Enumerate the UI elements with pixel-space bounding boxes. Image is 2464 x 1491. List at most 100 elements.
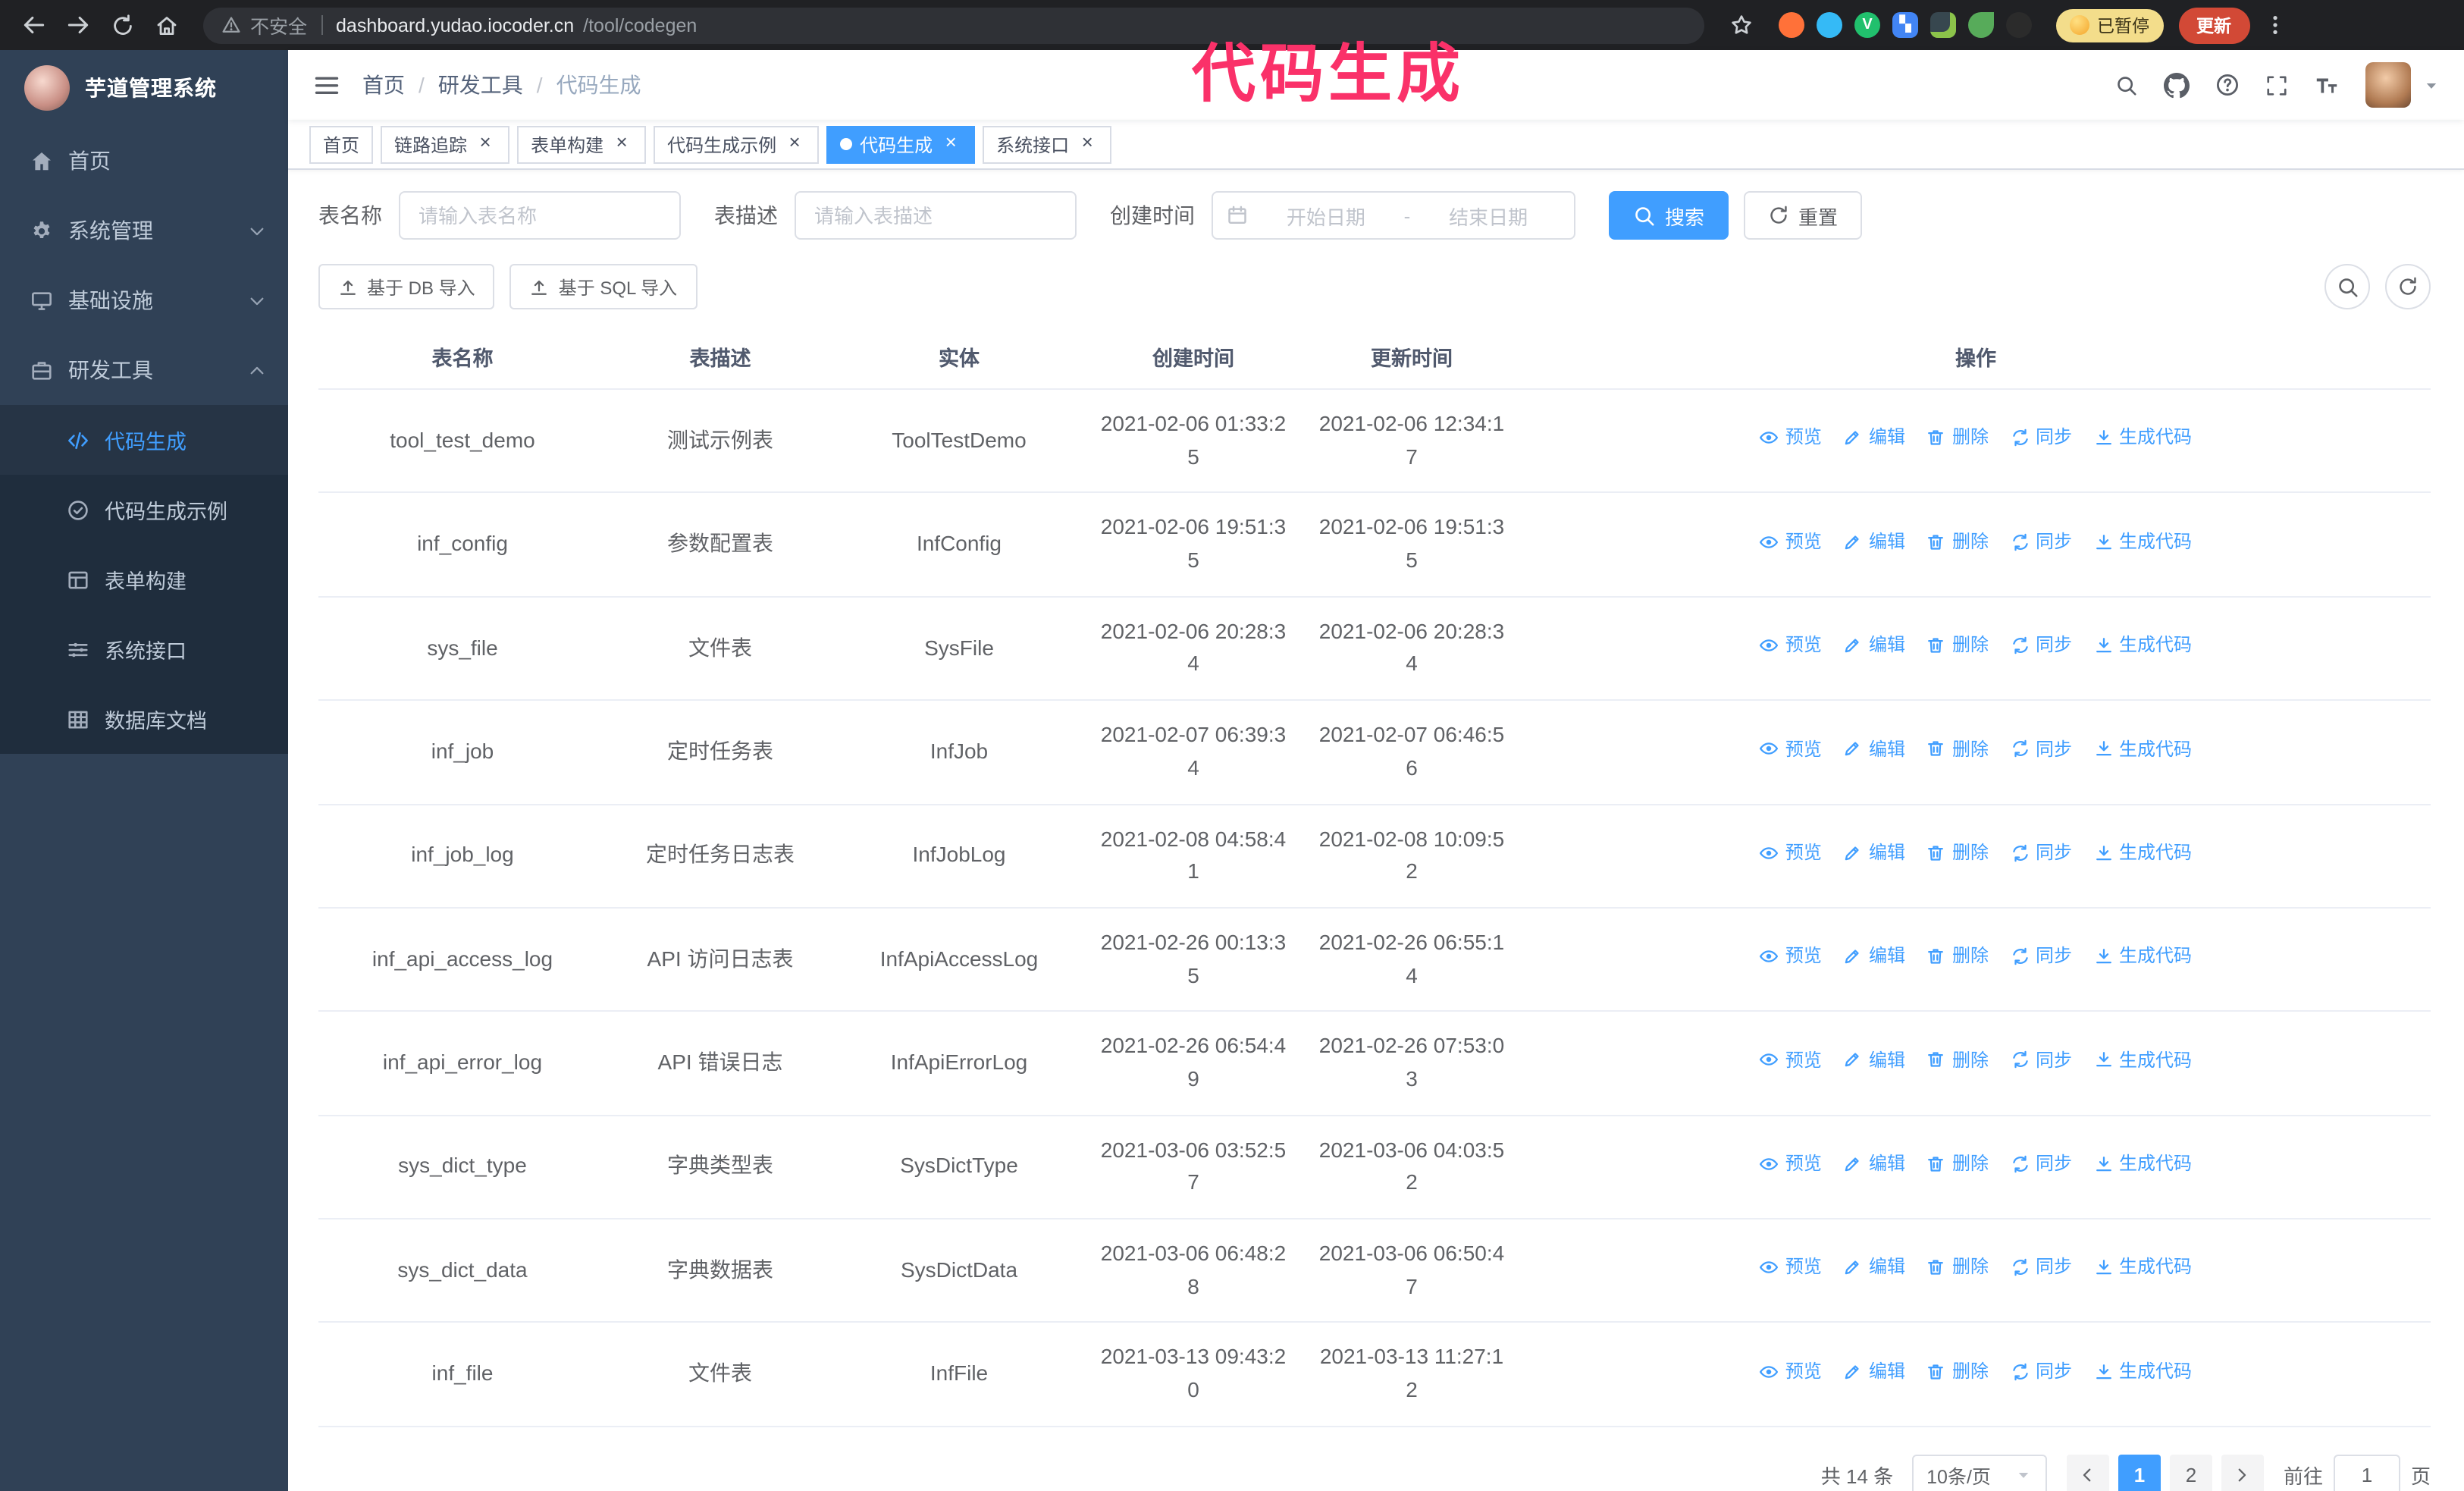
date-range-picker[interactable]: 开始日期 - 结束日期 xyxy=(1212,191,1575,240)
edit-link[interactable]: 编辑 xyxy=(1843,839,1905,867)
page-1-button[interactable]: 1 xyxy=(2118,1454,2161,1491)
extension-icon-drop[interactable] xyxy=(1817,12,1842,38)
generate-code-link[interactable]: 生成代码 xyxy=(2093,1254,2192,1282)
sidebar-item-home[interactable]: 首页 xyxy=(0,126,288,196)
extension-icon-capture[interactable] xyxy=(1930,12,1956,38)
preview-link[interactable]: 预览 xyxy=(1760,528,1822,556)
home-button[interactable] xyxy=(147,6,185,44)
sidebar-subitem-api[interactable]: 系统接口 xyxy=(0,614,288,684)
preview-link[interactable]: 预览 xyxy=(1760,631,1822,659)
close-tab-icon[interactable]: × xyxy=(1077,132,1098,155)
preview-link[interactable]: 预览 xyxy=(1760,839,1822,867)
paused-badge[interactable]: 已暂停 xyxy=(2056,8,2163,42)
fontsize-icon[interactable] xyxy=(2314,72,2340,98)
sync-link[interactable]: 同步 xyxy=(2010,528,2072,556)
reload-button[interactable] xyxy=(103,6,141,44)
edit-link[interactable]: 编辑 xyxy=(1843,943,1905,971)
forward-button[interactable] xyxy=(59,6,97,44)
preview-link[interactable]: 预览 xyxy=(1760,424,1822,452)
reset-button[interactable]: 重置 xyxy=(1744,191,1863,240)
delete-link[interactable]: 删除 xyxy=(1926,528,1989,556)
extension-icon-paw[interactable] xyxy=(2006,12,2032,38)
delete-link[interactable]: 删除 xyxy=(1926,1150,1989,1178)
sidebar-item-gear[interactable]: 系统管理 xyxy=(0,196,288,265)
next-page-button[interactable] xyxy=(2221,1454,2264,1491)
import-sql-button[interactable]: 基于 SQL 导入 xyxy=(509,264,698,309)
sidebar-subitem-form[interactable]: 表单构建 xyxy=(0,545,288,614)
avatar-caret-icon[interactable] xyxy=(2423,77,2440,93)
sync-link[interactable]: 同步 xyxy=(2010,1150,2072,1178)
sidebar-subitem-doc[interactable]: 数据库文档 xyxy=(0,684,288,754)
extension-icon-leaf[interactable] xyxy=(1968,12,1994,38)
generate-code-link[interactable]: 生成代码 xyxy=(2093,1150,2192,1178)
close-tab-icon[interactable]: × xyxy=(611,132,632,155)
sidebar-subitem-code[interactable]: 代码生成 xyxy=(0,405,288,475)
generate-code-link[interactable]: 生成代码 xyxy=(2093,424,2192,452)
edit-link[interactable]: 编辑 xyxy=(1843,1254,1905,1282)
view-tab-3[interactable]: 代码生成示例 × xyxy=(654,125,820,163)
goto-page-input[interactable] xyxy=(2333,1454,2400,1491)
view-tab-0[interactable]: 首页 xyxy=(309,125,374,163)
update-button[interactable]: 更新 xyxy=(2178,7,2249,43)
generate-code-link[interactable]: 生成代码 xyxy=(2093,1046,2192,1074)
close-tab-icon[interactable]: × xyxy=(784,132,805,155)
breadcrumb-item[interactable]: 研发工具 xyxy=(438,70,523,100)
table-desc-input[interactable] xyxy=(795,191,1077,240)
view-tab-2[interactable]: 表单构建 × xyxy=(517,125,647,163)
sync-link[interactable]: 同步 xyxy=(2010,424,2072,452)
delete-link[interactable]: 删除 xyxy=(1926,943,1989,971)
address-bar[interactable]: 不安全 dashboard.yudao.iocoder.cn/tool/code… xyxy=(203,7,1704,43)
preview-link[interactable]: 预览 xyxy=(1760,1358,1822,1386)
generate-code-link[interactable]: 生成代码 xyxy=(2093,528,2192,556)
preview-link[interactable]: 预览 xyxy=(1760,943,1822,971)
sidebar-subitem-example[interactable]: 代码生成示例 xyxy=(0,475,288,545)
preview-link[interactable]: 预览 xyxy=(1760,1046,1822,1074)
table-name-input[interactable] xyxy=(399,191,681,240)
delete-link[interactable]: 删除 xyxy=(1926,424,1989,452)
user-avatar[interactable] xyxy=(2365,62,2411,108)
sync-link[interactable]: 同步 xyxy=(2010,1358,2072,1386)
preview-link[interactable]: 预览 xyxy=(1760,1150,1822,1178)
sidebar-item-tools[interactable]: 研发工具 xyxy=(0,335,288,405)
delete-link[interactable]: 删除 xyxy=(1926,631,1989,659)
back-button[interactable] xyxy=(15,6,53,44)
edit-link[interactable]: 编辑 xyxy=(1843,1150,1905,1178)
prev-page-button[interactable] xyxy=(2066,1454,2109,1491)
extension-icon-green-v[interactable]: V xyxy=(1854,12,1880,38)
sync-link[interactable]: 同步 xyxy=(2010,631,2072,659)
edit-link[interactable]: 编辑 xyxy=(1843,735,1905,763)
page-size-select[interactable]: 10条/页 xyxy=(1911,1454,2047,1491)
delete-link[interactable]: 删除 xyxy=(1926,735,1989,763)
extension-icon-fox[interactable] xyxy=(1779,12,1804,38)
edit-link[interactable]: 编辑 xyxy=(1843,1046,1905,1074)
delete-link[interactable]: 删除 xyxy=(1926,1046,1989,1074)
edit-link[interactable]: 编辑 xyxy=(1843,1358,1905,1386)
preview-link[interactable]: 预览 xyxy=(1760,735,1822,763)
generate-code-link[interactable]: 生成代码 xyxy=(2093,735,2192,763)
delete-link[interactable]: 删除 xyxy=(1926,839,1989,867)
view-tab-5[interactable]: 系统接口 × xyxy=(983,125,1112,163)
close-tab-icon[interactable]: × xyxy=(475,132,496,155)
edit-link[interactable]: 编辑 xyxy=(1843,528,1905,556)
sync-link[interactable]: 同步 xyxy=(2010,1254,2072,1282)
edit-link[interactable]: 编辑 xyxy=(1843,424,1905,452)
github-icon[interactable] xyxy=(2164,72,2190,98)
generate-code-link[interactable]: 生成代码 xyxy=(2093,631,2192,659)
breadcrumb-item[interactable]: 首页 xyxy=(362,70,405,100)
bookmark-star-icon[interactable] xyxy=(1723,6,1760,44)
fullscreen-icon[interactable] xyxy=(2265,74,2288,96)
sync-link[interactable]: 同步 xyxy=(2010,1046,2072,1074)
sync-link[interactable]: 同步 xyxy=(2010,839,2072,867)
import-db-button[interactable]: 基于 DB 导入 xyxy=(318,264,495,309)
view-tab-1[interactable]: 链路追踪 × xyxy=(381,125,510,163)
page-2-button[interactable]: 2 xyxy=(2169,1454,2212,1491)
refresh-table-button[interactable] xyxy=(2385,264,2431,309)
delete-link[interactable]: 删除 xyxy=(1926,1358,1989,1386)
sidebar-item-infra[interactable]: 基础设施 xyxy=(0,265,288,335)
close-tab-icon[interactable]: × xyxy=(940,132,961,155)
toggle-search-button[interactable] xyxy=(2324,264,2370,309)
delete-link[interactable]: 删除 xyxy=(1926,1254,1989,1282)
generate-code-link[interactable]: 生成代码 xyxy=(2093,943,2192,971)
search-button[interactable]: 搜索 xyxy=(1609,191,1729,240)
edit-link[interactable]: 编辑 xyxy=(1843,631,1905,659)
